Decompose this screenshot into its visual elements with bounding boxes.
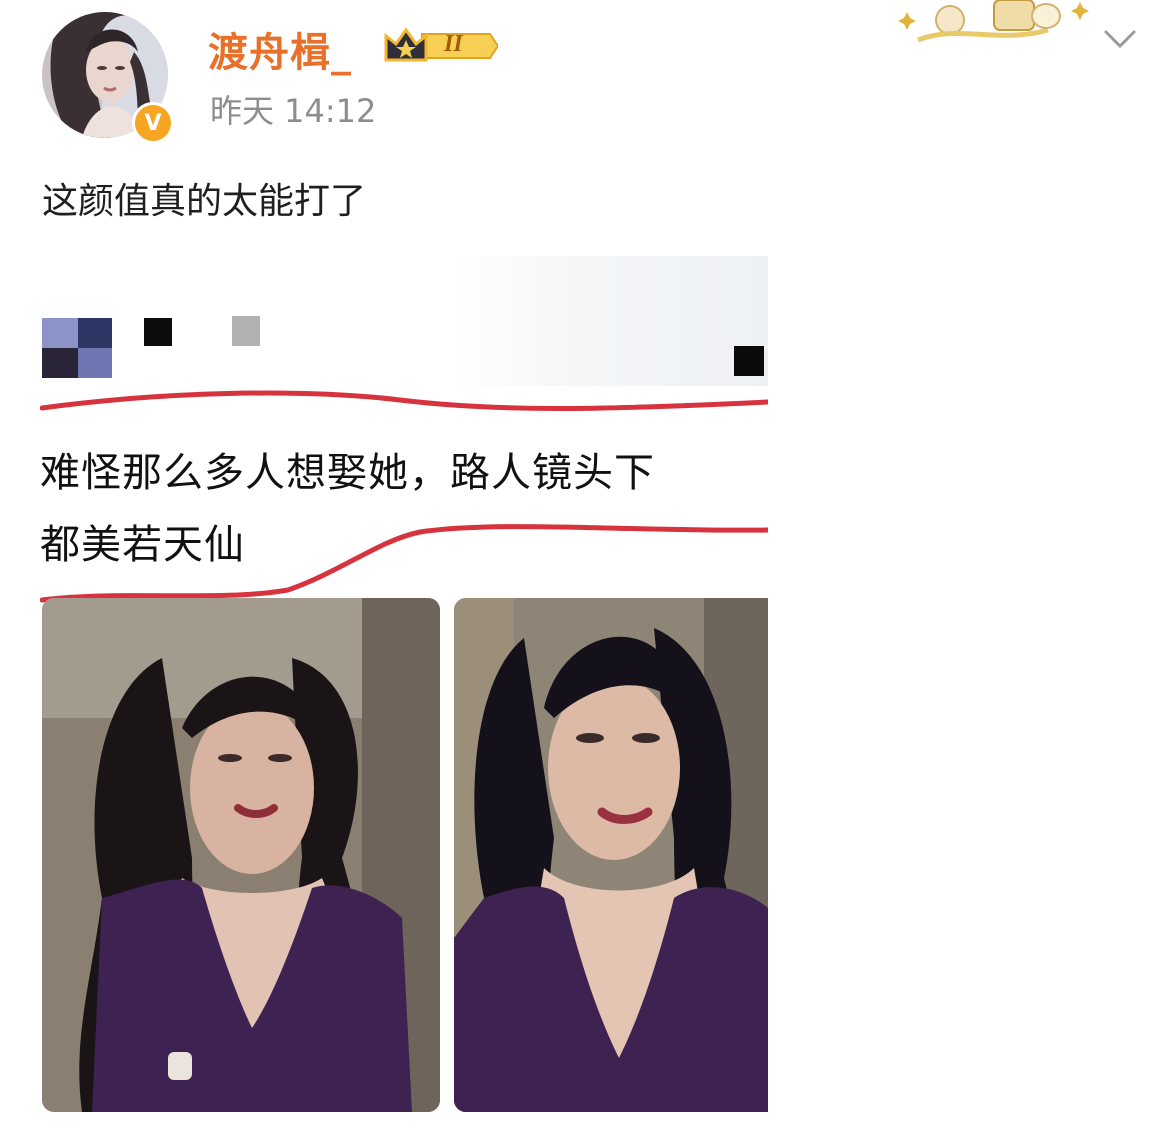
chevron-down-icon[interactable] <box>1100 24 1140 56</box>
photo-left[interactable] <box>42 598 440 1112</box>
post-timestamp: 昨天 14:12 <box>210 92 377 130</box>
verified-v-icon: V <box>132 102 174 144</box>
post-text: 这颜值真的太能打了 <box>42 181 367 222</box>
image-caption-line2: 都美若天仙 <box>40 522 245 568</box>
image-caption-line1: 难怪那么多人想娶她，路人镜头下 <box>40 450 655 496</box>
photo-right[interactable] <box>454 598 768 1112</box>
username[interactable]: 渡舟楫_ <box>208 20 352 78</box>
level-text: II <box>444 31 463 57</box>
decoration-card-icon <box>898 0 1094 46</box>
crown-level-badge-icon[interactable]: II <box>382 26 500 66</box>
